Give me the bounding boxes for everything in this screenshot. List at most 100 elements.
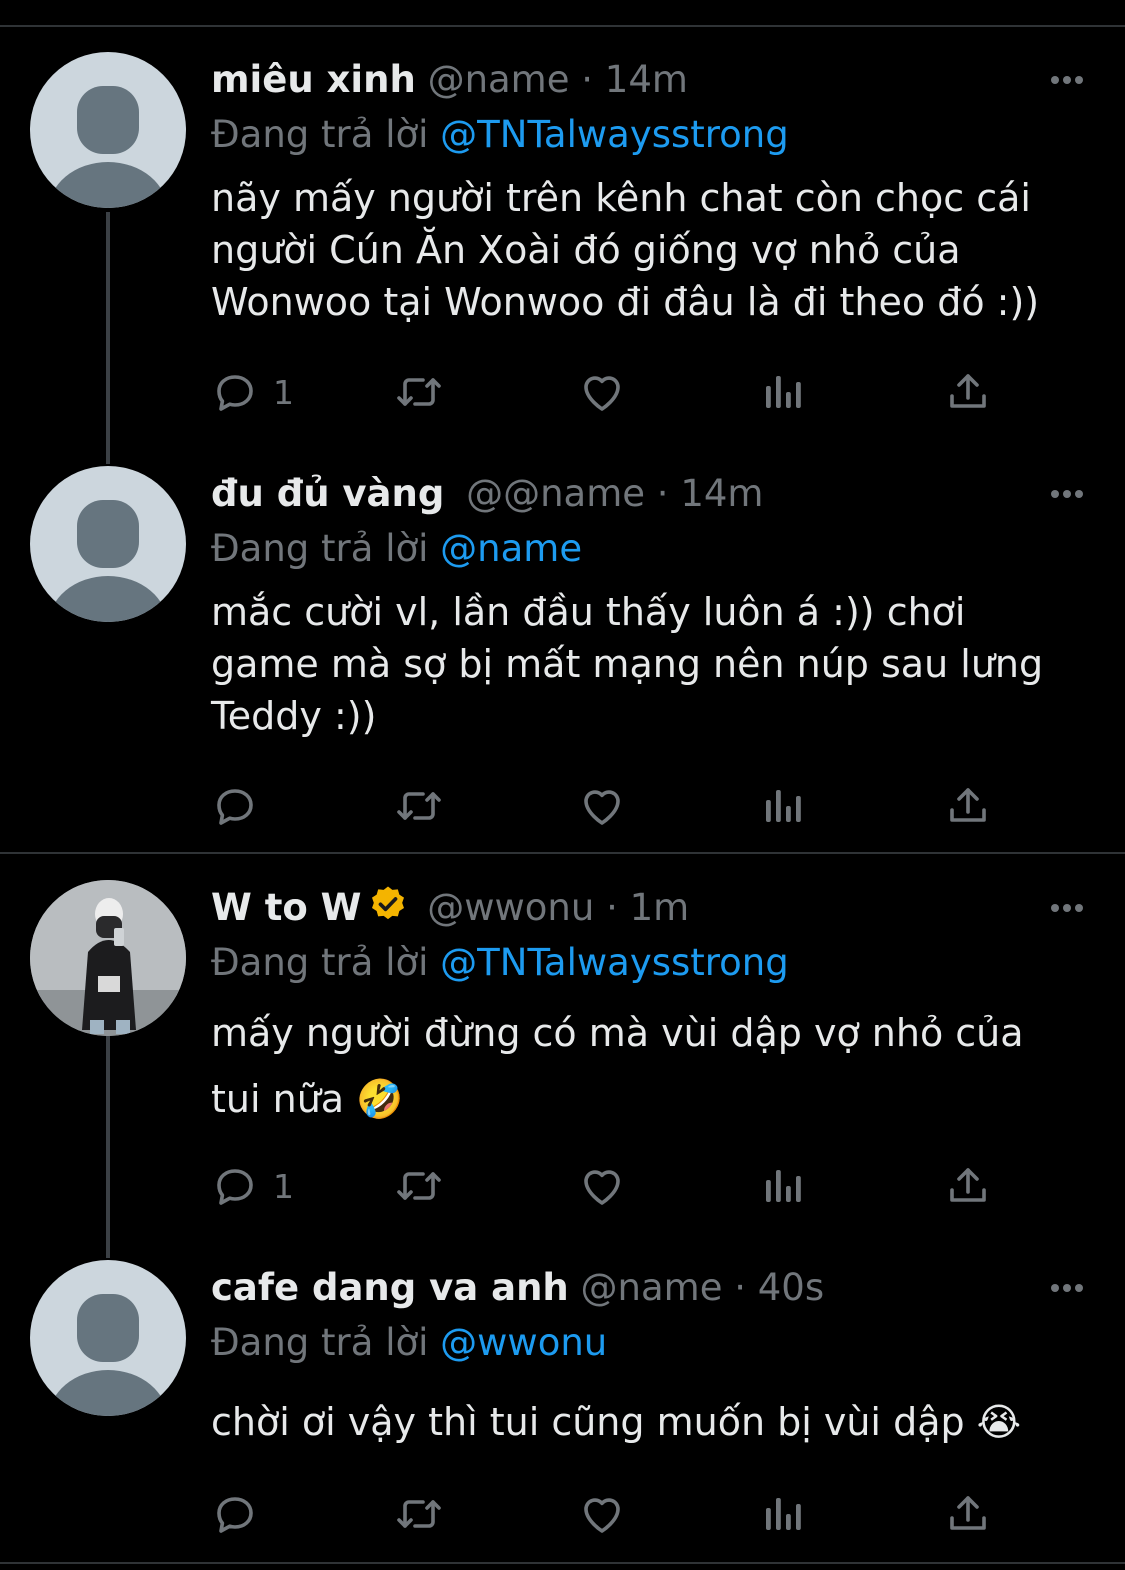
replying-to-label: Đang trả lời [211, 1321, 429, 1364]
tweet-header: W to W @wwonu · 1m [211, 880, 1085, 936]
more-options-icon[interactable] [1047, 52, 1083, 108]
views-icon [766, 376, 801, 408]
separator: · [656, 472, 669, 515]
avatar[interactable] [30, 466, 186, 622]
top-divider [0, 25, 1125, 27]
views-button[interactable] [762, 364, 806, 420]
display-name[interactable]: W to W [211, 886, 362, 929]
more-options-icon[interactable] [1047, 880, 1083, 936]
share-icon [950, 1168, 986, 1202]
replying-to-label: Đang trả lời [211, 527, 429, 570]
thread-divider [0, 852, 1125, 854]
like-icon [584, 376, 620, 411]
tweet-text: chời ơi vậy thì tui cũng muốn bị vùi dập… [211, 1400, 1022, 1444]
reply-icon [217, 789, 253, 825]
thread-connector [106, 212, 110, 464]
replying-to: Đang trả lời @name [211, 522, 1085, 576]
retweet-icon [397, 1500, 441, 1528]
default-avatar-icon [48, 500, 168, 622]
separator: · [734, 1266, 746, 1309]
action-bar [211, 1486, 1011, 1542]
more-options-icon[interactable] [1047, 466, 1083, 522]
share-button[interactable] [944, 1158, 992, 1214]
retweet-icon [397, 1172, 441, 1200]
display-name[interactable]: cafe dang va anh [211, 1266, 569, 1309]
action-bar: 1 [211, 1158, 1011, 1214]
views-button[interactable] [762, 1486, 806, 1542]
display-name[interactable]: đu đủ vàng [211, 472, 444, 515]
tweet-text: mấy người đừng có mà vùi dập vợ nhỏ của … [211, 1011, 1024, 1121]
replying-to-label: Đang trả lời [211, 941, 429, 984]
retweet-icon [397, 792, 441, 820]
like-button[interactable] [578, 1486, 626, 1542]
profile-photo-icon [30, 880, 186, 1036]
retweet-button[interactable] [393, 778, 445, 834]
thread-connector [106, 1036, 110, 1258]
like-icon [584, 1498, 620, 1533]
reply-button[interactable] [211, 1486, 273, 1542]
reply-button[interactable]: 1 [211, 1158, 294, 1214]
share-icon [950, 788, 986, 822]
avatar[interactable] [30, 1260, 186, 1416]
default-avatar-icon [48, 86, 168, 208]
more-options-icon[interactable] [1047, 1260, 1083, 1316]
handle[interactable]: @name [581, 1266, 723, 1309]
retweet-button[interactable] [393, 1158, 445, 1214]
mention-link[interactable]: @TNTalwaysstrong [440, 941, 789, 984]
default-avatar-icon [48, 1294, 168, 1416]
action-bar [211, 778, 1011, 834]
timestamp[interactable]: 14m [605, 58, 688, 101]
replying-to: Đang trả lời @TNTalwaysstrong [211, 108, 1085, 162]
like-button[interactable] [578, 1158, 626, 1214]
separator: · [606, 886, 618, 929]
share-icon [950, 1496, 986, 1530]
views-icon [766, 1170, 801, 1202]
retweet-button[interactable] [393, 1486, 445, 1542]
mention-link[interactable]: @wwonu [440, 1321, 607, 1364]
avatar[interactable] [30, 52, 186, 208]
handle[interactable]: @wwonu [427, 886, 594, 929]
replying-to: Đang trả lời @wwonu [211, 1316, 1085, 1370]
views-icon [766, 790, 801, 822]
display-name[interactable]: miêu xinh [211, 58, 416, 101]
action-bar: 1 [211, 364, 1011, 420]
bottom-divider [0, 1562, 1125, 1564]
like-button[interactable] [578, 778, 626, 834]
timestamp[interactable]: 1m [630, 886, 690, 929]
timestamp[interactable]: 40s [758, 1266, 824, 1309]
views-button[interactable] [762, 778, 806, 834]
avatar[interactable] [30, 880, 186, 1036]
share-button[interactable] [944, 364, 992, 420]
reply-button[interactable] [211, 778, 273, 834]
tweet-header: miêu xinh @name · 14m [211, 52, 1085, 108]
mention-link[interactable]: @TNTalwaysstrong [440, 113, 789, 156]
share-button[interactable] [944, 778, 992, 834]
handle[interactable]: @@name [466, 472, 645, 515]
reply-icon [217, 1169, 253, 1205]
timestamp[interactable]: 14m [680, 472, 763, 515]
tweet-text: mắc cười vl, lần đầu thấy luôn á :)) chơ… [211, 590, 1044, 738]
views-icon [766, 1498, 801, 1530]
reply-icon [217, 1497, 253, 1533]
views-button[interactable] [762, 1158, 806, 1214]
retweet-button[interactable] [393, 364, 445, 420]
reply-count: 1 [273, 372, 294, 412]
share-button[interactable] [944, 1486, 992, 1542]
tweet-text: nãy mấy người trên kênh chat còn chọc cá… [211, 176, 1040, 324]
reply-count: 1 [273, 1166, 294, 1206]
mention-link[interactable]: @name [440, 527, 582, 570]
tweet-header: đu đủ vàng @@name · 14m [211, 466, 1085, 522]
reply-icon [217, 375, 253, 411]
retweet-icon [397, 378, 441, 406]
handle[interactable]: @name [428, 58, 570, 101]
like-button[interactable] [578, 364, 626, 420]
tweet-header: cafe dang va anh @name · 40s [211, 1260, 1085, 1316]
separator: · [581, 58, 594, 101]
like-icon [584, 790, 620, 825]
like-icon [584, 1170, 620, 1205]
reply-button[interactable]: 1 [211, 364, 294, 420]
replying-to-label: Đang trả lời [211, 113, 429, 156]
replying-to: Đang trả lời @TNTalwaysstrong [211, 936, 1085, 990]
share-icon [950, 374, 986, 408]
verified-badge-icon[interactable] [368, 884, 408, 924]
